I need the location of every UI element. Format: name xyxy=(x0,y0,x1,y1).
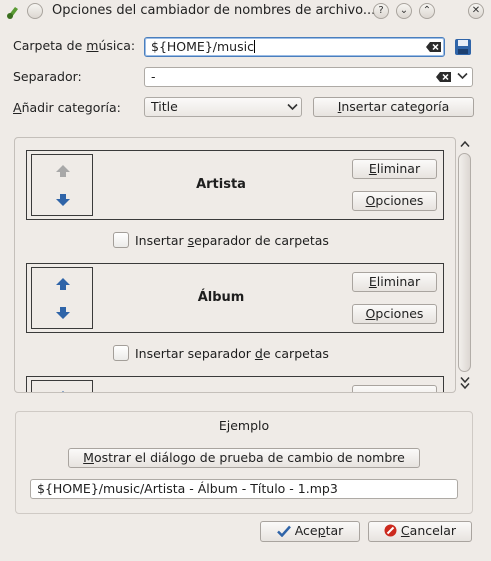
options-button[interactable]: Opciones xyxy=(352,304,437,324)
close-button[interactable]: ✕ xyxy=(468,3,484,19)
clear-separator-icon[interactable] xyxy=(436,72,451,82)
add-category-label: Añadir categoría: xyxy=(13,100,121,115)
checkmark-icon xyxy=(276,525,291,538)
help-button[interactable]: ? xyxy=(373,3,389,19)
category-select[interactable]: Title xyxy=(144,97,302,117)
options-button[interactable]: Opciones xyxy=(352,191,437,211)
text-caret xyxy=(253,40,255,53)
cancel-icon xyxy=(384,524,397,537)
app-icon xyxy=(7,7,18,19)
category-item-album: Álbum Eliminar Opciones xyxy=(26,263,444,333)
category-name: Álbum xyxy=(197,290,245,305)
clear-text-icon[interactable] xyxy=(426,42,441,52)
maximize-button[interactable]: ⌃ xyxy=(419,3,435,19)
group-title: Ejemplo xyxy=(218,418,270,433)
delete-button[interactable] xyxy=(352,385,437,392)
separator-combobox[interactable]: - xyxy=(144,67,473,87)
move-down-icon[interactable] xyxy=(55,193,71,207)
separator-label: Separador: xyxy=(13,69,82,84)
minimize-button[interactable]: ⌄ xyxy=(396,3,412,19)
scrollbar-thumb[interactable] xyxy=(458,153,471,372)
checkbox[interactable] xyxy=(113,232,129,248)
music-folder-label: Carpeta de música: xyxy=(13,38,136,53)
checkbox[interactable] xyxy=(113,345,129,361)
vertical-scrollbar[interactable] xyxy=(458,140,472,390)
music-folder-input[interactable]: ${HOME}/music xyxy=(144,37,445,57)
title-bar: Opciones del cambiador de nombres de arc… xyxy=(0,0,491,24)
reorder-arrows xyxy=(31,380,93,393)
reorder-arrows xyxy=(31,267,93,329)
show-rename-test-button[interactable]: Mostrar el diálogo de prueba de cambio d… xyxy=(68,448,420,468)
save-icon[interactable] xyxy=(453,37,473,57)
folder-separator-checkbox[interactable]: Insertar separador de carpetas xyxy=(113,232,329,248)
move-up-icon[interactable] xyxy=(55,164,71,178)
scroll-up-icon[interactable] xyxy=(460,140,470,148)
window-menu-icon[interactable] xyxy=(27,3,43,19)
example-result-field: ${HOME}/music/Artista - Álbum - Título -… xyxy=(30,479,458,499)
category-item-partial xyxy=(26,376,444,393)
categories-panel: Artista Eliminar Opciones Insertar separ… xyxy=(14,137,456,393)
accept-button[interactable]: Aceptar xyxy=(260,521,360,542)
move-down-icon[interactable] xyxy=(55,306,71,320)
category-name: Artista xyxy=(196,177,246,192)
cancel-button[interactable]: Cancelar xyxy=(368,521,472,542)
category-item-artist: Artista Eliminar Opciones xyxy=(26,150,444,220)
example-group: Ejemplo Mostrar el diálogo de prueba de … xyxy=(15,411,473,514)
scroll-down-icon[interactable] xyxy=(460,376,470,390)
delete-button[interactable]: Eliminar xyxy=(352,272,437,292)
folder-separator-checkbox[interactable]: Insertar separador de carpetas xyxy=(113,345,329,361)
window-title: Opciones del cambiador de nombres de arc… xyxy=(52,3,376,18)
chevron-down-icon[interactable] xyxy=(457,72,468,80)
move-up-icon[interactable] xyxy=(55,390,71,393)
chevron-down-icon xyxy=(287,103,298,111)
insert-category-button[interactable]: Insertar categoría xyxy=(313,97,474,117)
reorder-arrows xyxy=(31,154,93,216)
delete-button[interactable]: Eliminar xyxy=(352,159,437,179)
move-up-icon[interactable] xyxy=(55,277,71,291)
